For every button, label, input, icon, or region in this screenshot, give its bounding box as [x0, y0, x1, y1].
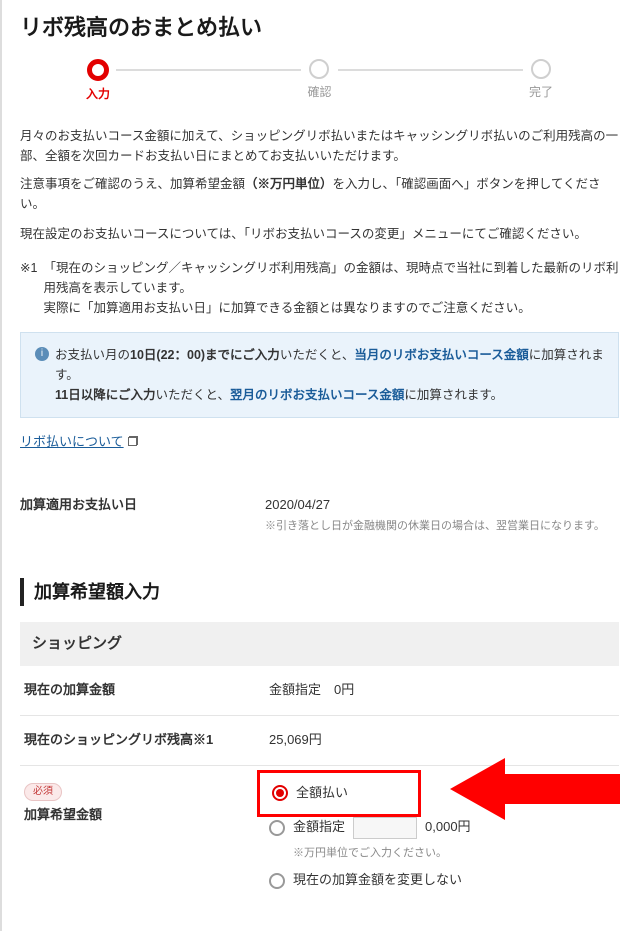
apply-date-value: 2020/04/27 — [265, 495, 619, 516]
required-badge: 必須 — [24, 783, 62, 801]
progress-stepper: 入力 確認 完了 — [80, 59, 559, 104]
radio-full-pay[interactable] — [272, 785, 288, 801]
intro-paragraph-2: 注意事項をご確認のうえ、加算希望金額（※万円単位）を入力し、「確認画面へ」ボタン… — [20, 174, 619, 214]
current-add-row: 現在の加算金額 金額指定 0円 — [20, 666, 619, 716]
page-title: リボ残高のおまとめ払い — [20, 10, 619, 45]
radio-amount-specify[interactable] — [269, 820, 285, 836]
info-l2-post: に加算されます。 — [404, 388, 503, 402]
radio-no-change[interactable] — [269, 873, 285, 889]
annotation-arrow — [450, 754, 620, 831]
amount-note: ※万円単位でご入力ください。 — [293, 845, 615, 863]
section-heading: 加算希望額入力 — [20, 578, 619, 607]
arrow-icon — [450, 754, 620, 824]
step-input: 入力 — [80, 59, 116, 104]
current-add-label: 現在の加算金額 — [24, 680, 269, 701]
intro-paragraph-1: 月々のお支払いコース金額に加えて、ショッピングリボ払いまたはキャッシングリボ払い… — [20, 126, 619, 166]
note-block: ※1 「現在のショッピング／キャッシングリボ利用残高」の金額は、現時点で当社に到… — [20, 258, 619, 318]
about-revo-link[interactable]: リボ払いについて — [20, 434, 124, 449]
wish-label: 加算希望金額 — [24, 807, 102, 822]
wish-amount-row: 必須 加算希望金額 全額払い 金額指定 0,000円 ※万円単位でご入力ください… — [20, 766, 619, 911]
intro-p2-strong: （※万円単位） — [245, 177, 333, 191]
info-l2-hi: 翌月のリボお支払いコース金額 — [230, 388, 404, 402]
info-l1-hi1: 当月のリボお支払いコース金額 — [354, 348, 528, 362]
radio-no-change-label: 現在の加算金額を変更しない — [293, 870, 462, 891]
note-label: ※1 — [20, 258, 37, 318]
step-circle-icon — [309, 59, 329, 79]
shopping-heading: ショッピング — [20, 622, 619, 666]
info-l1-bold1: 10日(22：00)までにご入力 — [130, 348, 280, 362]
external-link-icon — [128, 436, 138, 446]
intro-p2-pre: 注意事項をご確認のうえ、加算希望金額 — [20, 177, 245, 191]
radio-amount-label: 金額指定 — [293, 817, 345, 838]
info-l1-mid: いただくと、 — [280, 348, 355, 362]
info-icon: i — [35, 347, 49, 361]
step-circle-icon — [531, 59, 551, 79]
apply-date-note: ※引き落とし日が金融機関の休業日の場合は、翌営業日になります。 — [265, 518, 619, 536]
balance-value: 25,069円 — [269, 730, 615, 751]
step-circle-icon — [87, 59, 109, 81]
apply-date-label: 加算適用お支払い日 — [20, 495, 265, 535]
apply-date-row: 加算適用お支払い日 2020/04/27 ※引き落とし日が金融機関の休業日の場合… — [20, 483, 619, 547]
intro-paragraph-3: 現在設定のお支払いコースについては、「リボお支払いコースの変更」メニューにてご確… — [20, 224, 619, 244]
current-add-value: 金額指定 0円 — [269, 680, 615, 701]
step-label: 入力 — [86, 85, 110, 104]
step-label: 確認 — [307, 83, 331, 102]
note-line-1: 「現在のショッピング／キャッシングリボ利用残高」の金額は、現時点で当社に到着した… — [43, 258, 619, 298]
step-complete: 完了 — [523, 59, 559, 102]
info-box: i お支払い月の10日(22：00)までにご入力いただくと、当月のリボお支払いコ… — [20, 332, 619, 418]
radio-full-highlight: 全額払い — [257, 770, 421, 817]
note-line-2: 実際に「加算適用お支払い日」に加算できる金額とは異なりますのでご注意ください。 — [43, 298, 619, 318]
info-l2-mid: いただくと、 — [155, 388, 230, 402]
radio-full-label: 全額払い — [296, 783, 348, 804]
balance-label: 現在のショッピングリボ残高※1 — [24, 730, 269, 751]
info-l1-pre: お支払い月の — [55, 348, 130, 362]
step-label: 完了 — [529, 83, 553, 102]
amount-input[interactable] — [353, 817, 417, 839]
link-row: リボ払いについて — [20, 432, 619, 453]
step-confirm: 確認 — [301, 59, 337, 102]
info-l2-bold: 11日以降にご入力 — [55, 388, 155, 402]
